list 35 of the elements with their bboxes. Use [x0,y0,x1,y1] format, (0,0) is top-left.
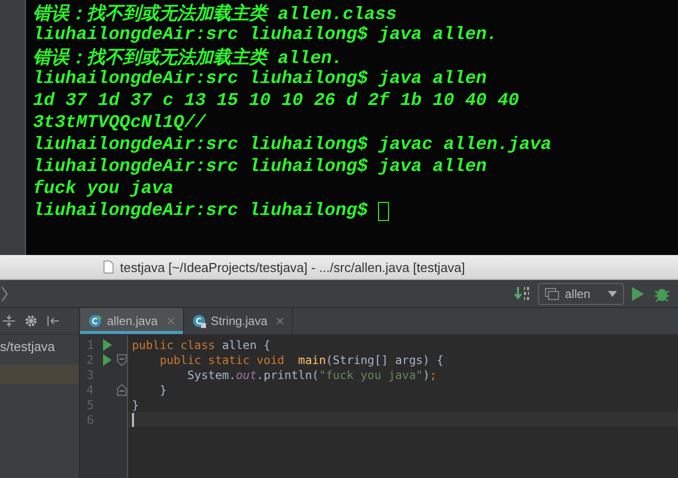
terminal-line: liuhailongdeAir:src liuhailong$ javac allen.java [33,135,552,155]
terminal-line: liuhailongdeAir:src liuhailong$ [33,201,368,221]
code-line: public static void main(String[] args) { [158,352,444,366]
terminal-line: liuhailongdeAir:src liuhailong$ java allen [33,157,487,177]
run-icon[interactable] [632,286,644,300]
run-icon[interactable] [102,354,112,366]
terminal-line: 3t3tMTVQQcNl1Q// [33,113,206,133]
sort-icon[interactable] [514,286,532,302]
code-line: public class allen { [132,338,270,352]
code-line: System.out.println("fuck you java"); [186,368,437,382]
terminal-line: liuhailongdeAir:src liuhailong$ java allen [33,69,487,89]
gear-icon[interactable] [24,314,38,328]
terminal-line: 错误：找不到或无法加载主类 allen. [33,46,343,69]
text-cursor [132,412,134,426]
locked-class-icon [192,314,206,328]
class-icon [88,314,102,328]
caret-icon [608,290,617,296]
project-tree-item[interactable]: s/testjava [0,337,79,357]
window-icon [545,288,559,300]
editor-tab[interactable]: String.java [184,308,294,334]
fold-icon[interactable] [117,354,127,366]
run-config-dropdown[interactable]: allen [538,282,624,304]
collapse-icon[interactable] [2,314,16,328]
close-icon[interactable] [276,317,284,325]
file-icon [103,260,114,274]
code-line: } [158,382,167,396]
terminal-line: fuck you java [33,179,174,199]
editor-tab[interactable]: allen.java [80,308,184,334]
fold-icon[interactable] [117,384,127,396]
terminal-line: liuhailongdeAir:src liuhailong$ java allen. [33,25,498,45]
code-line: } [132,398,139,412]
window-title: testjava [~/IdeaProjects/testjava] - .../src/allen.java [testjava] [120,260,466,274]
terminal-line: 错误：找不到或无法加载主类 allen.class [33,2,397,25]
run-icon[interactable] [102,338,112,350]
terminal-line: 1d 37 1d 37 c 13 15 10 10 26 d 2f 1b 10 40 40 [33,91,520,111]
